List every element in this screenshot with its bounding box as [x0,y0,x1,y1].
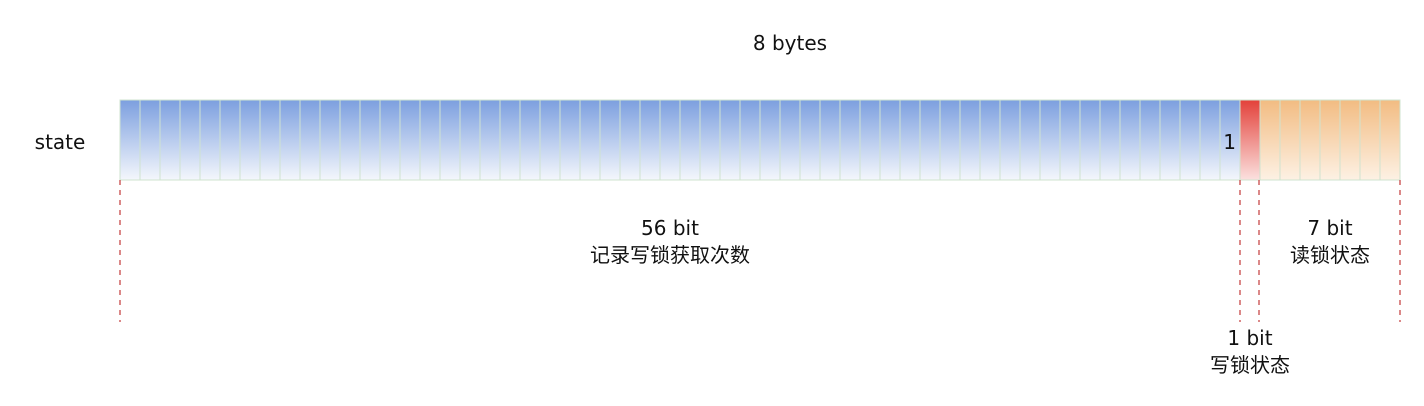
bit-cell-write-count [799,99,821,181]
bit-cell-write-count [1059,99,1081,181]
state-label: state [35,130,86,154]
bit-cell-write-count [519,99,541,181]
bit-cell-write-count [179,99,201,181]
bit-cell-write-count [159,99,181,181]
bit-cell-write-count [259,99,281,181]
bit-cell-write-count [619,99,641,181]
bit-cell-write-count [579,99,601,181]
bit-cell-write-count [639,99,661,181]
bit-cell-write-count [479,99,501,181]
diagram-title: 8 bytes [753,31,827,55]
bit-cell-write-count [739,99,761,181]
bit-cell-write-count [219,99,241,181]
bit-cell-write-count [1179,99,1201,181]
write-count-bits-label: 56 bit [641,216,699,240]
bit-cell-read-lock-state [1319,99,1341,181]
bit-cell-read-lock-state [1299,99,1321,181]
bit-cell-write-count [599,99,621,181]
write-count-desc: 记录写锁获取次数 [590,243,750,267]
write-lock-desc: 写锁状态 [1210,353,1290,377]
bit-cell-write-count [859,99,881,181]
bit-cell-write-count [439,99,461,181]
bit-cell-write-count [559,99,581,181]
bit-cell-write-count [959,99,981,181]
read-lock-desc: 读锁状态 [1290,243,1370,267]
bit-cell-write-count [979,99,1001,181]
bit-cell-write-count [819,99,841,181]
bit-cell-write-count [239,99,261,181]
bit-cell-write-count [399,99,421,181]
segment-dividers [119,180,1401,322]
bit-cell-write-count [1079,99,1101,181]
bit-cell-write-count [279,99,301,181]
bit-cell-write-count [679,99,701,181]
bit-cell-write-count [999,99,1021,181]
bit-cell-write-count [1099,99,1121,181]
bit-cell-write-count [139,99,161,181]
bit-cell-write-count [199,99,221,181]
bit-cell-write-count [319,99,341,181]
diagram-canvas: 8 bytes state 1 56 bit 记录写锁获取次数 7 bit 读锁… [35,31,1401,377]
bit-cell-write-count [699,99,721,181]
bit-cell-write-count [759,99,781,181]
bit-cell-write-count [1159,99,1181,181]
bit-cell-write-count [719,99,741,181]
bit-cell-write-count [1139,99,1161,181]
bit-cell-write-count [919,99,941,181]
bit-cell-read-lock-state [1259,99,1281,181]
read-lock-bits-label: 7 bit [1307,216,1352,240]
bit-cell-write-count [1119,99,1141,181]
bit-cell-write-count [539,99,561,181]
bit-cells [119,99,1401,181]
bit-cell-write-count [299,99,321,181]
diagram: 8 bytes state 1 56 bit 记录写锁获取次数 7 bit 读锁… [0,0,1424,402]
bit-cell-read-lock-state [1379,99,1401,181]
bit-cell-write-count [1019,99,1041,181]
bit-cell-write-count [379,99,401,181]
bit-cell-write-count [659,99,681,181]
bit-cell-write-count [419,99,441,181]
bit-cell-write-count [939,99,961,181]
bit-cell-write-count [879,99,901,181]
bit-cell-write-count [839,99,861,181]
bit-cell-write-count [119,99,141,181]
bit-cell-write-count [779,99,801,181]
bit-cell-write-count [359,99,381,181]
bit-cell-read-lock-state [1339,99,1361,181]
write-lock-bit-value: 1 [1223,130,1236,154]
write-lock-bits-label: 1 bit [1227,326,1272,350]
bit-cell-write-count [499,99,521,181]
bit-cell-write-count [899,99,921,181]
bit-cell-write-count [459,99,481,181]
bit-cell-read-lock-state [1279,99,1301,181]
bit-cell-write-count [1199,99,1221,181]
bit-cell-write-count [1039,99,1061,181]
bit-cell-write-lock-state [1239,99,1261,181]
bit-cell-read-lock-state [1359,99,1381,181]
bit-cell-write-count [339,99,361,181]
